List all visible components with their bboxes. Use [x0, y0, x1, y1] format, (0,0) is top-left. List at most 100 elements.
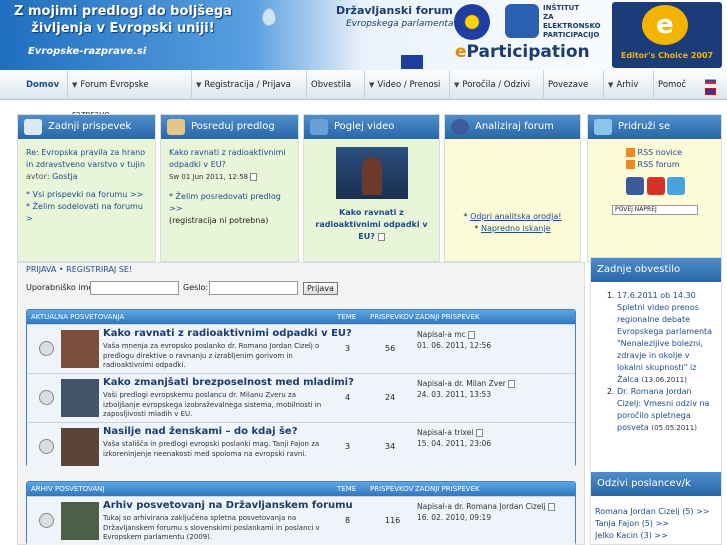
topic-description: Vaša mnenja za evropsko poslanko dr. Rom…: [103, 342, 320, 369]
nav-item-forum[interactable]: ▼Forum Evropske razprave: [68, 70, 192, 120]
replies-header: Odzivi poslancev/k: [591, 472, 721, 496]
last-author: Napisal-a dr. Romana Jordan Cizelj: [417, 502, 546, 511]
nav-item-registracija[interactable]: ▼ Registracija / Prijava: [192, 70, 307, 100]
hand-icon: [167, 119, 185, 135]
post-count: 116: [385, 516, 401, 525]
login-button[interactable]: Prijava: [303, 282, 338, 295]
last-author: Napisal-a mc: [417, 330, 466, 339]
eu-stars-logo: [454, 4, 490, 40]
advanced-search-link[interactable]: Napredno iskanje: [481, 224, 551, 233]
rss-news-link[interactable]: RSS novice: [638, 148, 683, 157]
box-header: Posreduj predlog: [161, 115, 298, 139]
register-link[interactable]: REGISTRIRAJ SE!: [66, 265, 132, 274]
topic-title[interactable]: Kako zmanjšati brezposelnost med mladimi…: [103, 377, 354, 388]
news-sidebar: Zadnje obvestilo 17.6.2011 ob 14.30 Sple…: [590, 257, 722, 545]
post-icon: [377, 232, 385, 241]
table-row[interactable]: Kako zmanjšati brezposelnost med mladimi…: [27, 373, 575, 422]
reply-link[interactable]: Tanja Fajon (5) >>: [595, 518, 710, 530]
password-input[interactable]: [209, 281, 298, 295]
post-count: 34: [385, 442, 396, 451]
chevron-down-icon: ▼: [454, 81, 460, 89]
reply-link[interactable]: Jelko Kacin (3) >>: [595, 530, 710, 542]
topic-title[interactable]: Nasilje nad ženskami – do kdaj še?: [103, 426, 298, 437]
last-date: 15. 04. 2011, 23:06: [417, 439, 492, 448]
nav-item-video[interactable]: ▼ Video / Prenosi: [365, 70, 450, 100]
post-icon[interactable]: [508, 380, 516, 388]
eu-flag-icon: [401, 55, 423, 69]
rss-forum-link[interactable]: RSS forum: [638, 160, 680, 169]
twitter-icon[interactable]: [667, 177, 686, 195]
post-icon[interactable]: [475, 429, 483, 437]
table-row[interactable]: Kako ravnati z radioaktivnimi odpadki v …: [27, 324, 575, 373]
chevron-down-icon: ▼: [72, 81, 78, 89]
institute-logo: [505, 4, 539, 38]
chevron-down-icon: ▼: [608, 81, 614, 89]
send-proposal-link[interactable]: * Želim posredovati predlog >>: [169, 191, 290, 215]
topic-description: Vaša stališča in predlogi evropski posla…: [103, 440, 320, 458]
nav-item-porocila[interactable]: ▼ Poročila / Odzivi: [450, 70, 544, 100]
analytics-tools-link[interactable]: Odpri analitska orodja!: [470, 212, 561, 221]
video-caption-link[interactable]: Kako ravnati z radioaktivnimi odpadki v …: [315, 208, 427, 241]
forum-read-icon: [39, 439, 54, 454]
speech-bubble-icon: [24, 119, 42, 135]
post-icon[interactable]: [548, 503, 556, 511]
last-post-box: Zadnji prispevek Re: Evropska pravila za…: [17, 114, 156, 262]
post-icon[interactable]: [468, 331, 476, 339]
last-date: 24. 03. 2011, 13:53: [417, 390, 492, 399]
topic-count: 3: [345, 442, 351, 451]
award-text: Editor's Choice 2007: [620, 51, 714, 60]
video-thumbnail[interactable]: [335, 147, 408, 199]
password-label: Geslo:: [183, 283, 209, 292]
nav-item-arhiv[interactable]: ▼ Arhiv: [604, 70, 654, 100]
box-header: Zadnji prispevek: [18, 115, 155, 139]
username-label: Uporabniško ime:: [26, 283, 96, 292]
post-count: 56: [385, 344, 396, 353]
participate-link[interactable]: * Želim sodelovati na forumu >: [26, 201, 147, 225]
institute-name: INŠTITUT ZA ELEKTRONSKO PARTICIPACIJO: [543, 4, 601, 39]
youtube-icon[interactable]: [646, 177, 665, 195]
reply-link[interactable]: Romana Jordan Cizelj (5) >>: [595, 506, 710, 518]
nav-item-pomoc[interactable]: Pomoč: [654, 70, 698, 100]
arrow-down-icon: [310, 119, 328, 135]
box-header: Poglej video: [304, 115, 439, 139]
water-drop-icon: [262, 8, 276, 26]
chevron-down-icon: ▼: [369, 81, 375, 89]
username-input[interactable]: [90, 281, 179, 295]
chevron-down-icon: ▼: [196, 81, 202, 89]
eparticipation-logo[interactable]: eParticipation: [455, 42, 590, 62]
proposal-date: Sw 01 Jun 2011, 12:58: [169, 173, 249, 181]
nav-item-obvestila[interactable]: Obvestila: [307, 70, 365, 100]
table-row[interactable]: Arhiv posvetovanj na Državljanskem forum…: [27, 496, 575, 545]
thumbnail: [61, 502, 99, 540]
box-header: Analiziraj forum: [445, 115, 580, 139]
table-row[interactable]: Nasilje nad ženskami – do kdaj še? Vaša …: [27, 422, 575, 471]
news-item: 17.6.2011 ob 14.30 Spletni video prenos …: [617, 290, 715, 386]
all-posts-link[interactable]: * Vsi prispevki na forumu >>: [26, 189, 147, 201]
eu-globe-icon: [451, 119, 469, 135]
topic-count: 4: [345, 393, 351, 402]
topic-count: 3: [345, 344, 351, 353]
box-header: Pridruži se: [588, 115, 721, 139]
header-banner: Z mojimi predlogi do boljšega življenja …: [0, 0, 727, 70]
forum-area: PRIJAVA • REGISTRIRAJ SE! Uporabniško im…: [17, 262, 585, 545]
topic-title[interactable]: Kako ravnati z radioaktivnimi odpadki v …: [103, 328, 352, 339]
video-box: Poglej video Kako ravnati z radioaktivni…: [303, 114, 440, 262]
last-post-link[interactable]: Re: Evropska pravila za hrano in zdravst…: [26, 148, 145, 169]
login-link[interactable]: PRIJAVA: [26, 265, 56, 274]
topic-title[interactable]: Arhiv posvetovanj na Državljanskem forum…: [103, 500, 353, 511]
proposal-question-link[interactable]: Kako ravnati z radioaktivnimi odpadki v …: [169, 147, 290, 171]
english-flag-icon[interactable]: [705, 88, 716, 95]
author-link[interactable]: Gostja: [52, 172, 78, 181]
join-box: Pridruži se RSS novice RSS forum POVEJ N…: [587, 114, 722, 262]
forum-subtitle: Evropskega parlamenta: [346, 19, 454, 29]
share-button[interactable]: POVEJ NAPREJ: [612, 205, 698, 215]
nav-item-domov[interactable]: Domov: [22, 70, 68, 100]
nav-item-povezave[interactable]: Povezave: [544, 70, 604, 100]
post-count: 24: [385, 393, 396, 402]
thumbnail: [61, 379, 99, 417]
forum-read-icon: [39, 390, 54, 405]
thumbnail: [61, 330, 99, 368]
facebook-icon[interactable]: [626, 177, 644, 195]
news-item: Dr. Romana Jordan Cizelj: Vmesni odziv n…: [617, 386, 715, 434]
slovenian-flag-icon[interactable]: [705, 77, 716, 84]
